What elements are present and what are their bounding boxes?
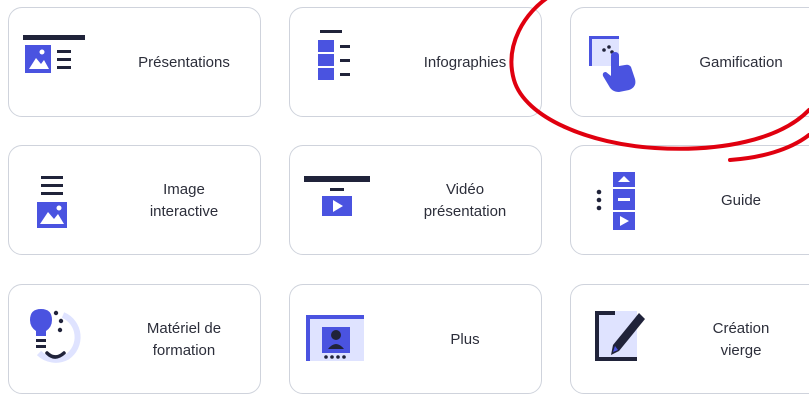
card-more[interactable]: Plus (289, 284, 542, 394)
tap-hand-icon (589, 36, 636, 92)
presentation-icon (23, 35, 85, 73)
card-gamification[interactable]: Gamification (570, 7, 809, 117)
video-presentation-icon (304, 176, 370, 216)
card-label: Infographies (423, 54, 507, 71)
card-training-material[interactable]: Matériel de formation (8, 284, 261, 394)
card-label: Guide (720, 192, 762, 209)
interactive-image-icon (37, 176, 67, 228)
template-category-grid: Présentations Infographies Gamification … (0, 0, 809, 394)
card-label: Matériel de formation (146, 320, 222, 359)
card-label: Gamification (699, 54, 783, 71)
guide-icon (596, 172, 635, 230)
card-label: Création vierge (712, 320, 770, 359)
pencil-icon (595, 311, 645, 361)
card-label: Vidéo présentation (423, 181, 507, 220)
card-video-presentation[interactable]: Vidéo présentation (289, 145, 542, 255)
card-label: Présentations (138, 54, 230, 71)
card-infographics[interactable]: Infographies (289, 7, 542, 117)
card-presentations[interactable]: Présentations (8, 7, 261, 117)
card-guide[interactable]: Guide (570, 145, 809, 255)
card-interactive-image[interactable]: Image interactive (8, 145, 261, 255)
card-label: Image interactive (149, 181, 219, 220)
card-blank-creation[interactable]: Création vierge (570, 284, 809, 394)
lightbulb-icon (30, 309, 81, 363)
more-icon (306, 315, 364, 361)
infographic-icon (318, 30, 350, 80)
card-label: Plus (450, 331, 480, 348)
